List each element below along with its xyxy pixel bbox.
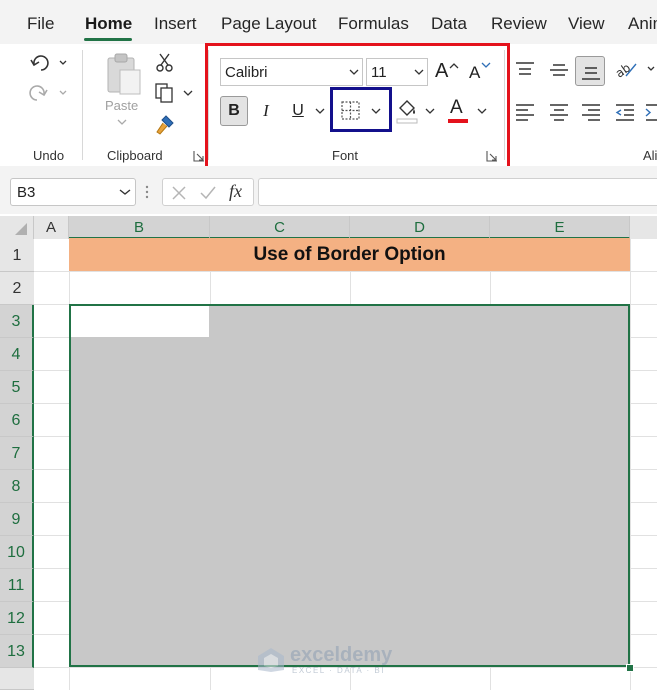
row-header-5[interactable]: 5 bbox=[0, 371, 34, 404]
row-header-11[interactable]: 11 bbox=[0, 569, 34, 602]
orientation-icon[interactable]: ab bbox=[614, 58, 657, 80]
gridline bbox=[34, 271, 657, 272]
row-header-12[interactable]: 12 bbox=[0, 602, 34, 635]
exceldemy-watermark: exceldemy EXCEL · DATA · BI bbox=[256, 642, 400, 678]
tab-review[interactable]: Review bbox=[491, 14, 547, 34]
insert-function-button[interactable]: fx bbox=[229, 181, 242, 202]
title-cell[interactable]: Use of Border Option bbox=[69, 238, 630, 271]
tab-view[interactable]: View bbox=[568, 14, 605, 34]
row-header-14[interactable] bbox=[0, 668, 34, 690]
name-box-value: B3 bbox=[17, 184, 36, 201]
row-header-4[interactable]: 4 bbox=[0, 338, 34, 371]
tab-data[interactable]: Data bbox=[431, 14, 467, 34]
formula-input[interactable] bbox=[258, 178, 657, 206]
clipboard-dialog-launcher-icon[interactable] bbox=[193, 150, 205, 162]
fill-handle[interactable] bbox=[626, 664, 634, 672]
paste-icon[interactable] bbox=[104, 52, 142, 96]
paste-label[interactable]: Paste bbox=[105, 98, 138, 113]
align-center-icon[interactable] bbox=[548, 102, 570, 122]
select-all-triangle-icon bbox=[15, 223, 27, 235]
align-right-icon[interactable] bbox=[580, 102, 602, 122]
gridline bbox=[630, 239, 631, 690]
column-header-e[interactable]: E bbox=[490, 216, 630, 239]
column-header-d[interactable]: D bbox=[350, 216, 490, 239]
group-separator bbox=[82, 50, 83, 160]
row-header-10[interactable]: 10 bbox=[0, 536, 34, 569]
row-header-1[interactable]: 1 bbox=[0, 239, 34, 272]
align-top-icon[interactable] bbox=[514, 60, 536, 80]
enter-check-icon[interactable] bbox=[199, 185, 217, 201]
select-all-corner[interactable] bbox=[0, 216, 34, 239]
column-header-a[interactable]: A bbox=[34, 216, 69, 239]
copy-icon[interactable] bbox=[154, 82, 198, 104]
active-cell[interactable] bbox=[71, 306, 209, 337]
undo-icon[interactable] bbox=[28, 52, 72, 74]
watermark-name: exceldemy bbox=[290, 644, 393, 666]
group-label-alignment: Ali bbox=[643, 148, 657, 163]
exceldemy-logo-icon bbox=[258, 648, 284, 672]
formula-bar: B3 fx bbox=[0, 166, 657, 214]
active-tab-indicator bbox=[84, 38, 132, 41]
selected-range[interactable] bbox=[69, 304, 630, 667]
column-header-f[interactable] bbox=[630, 216, 657, 239]
increase-indent-icon[interactable] bbox=[644, 102, 657, 122]
row-header-9[interactable]: 9 bbox=[0, 503, 34, 536]
align-bottom-button[interactable] bbox=[575, 56, 605, 86]
format-painter-icon[interactable] bbox=[154, 114, 176, 136]
watermark-tagline: EXCEL · DATA · BI bbox=[292, 666, 385, 675]
formula-buttons: fx bbox=[162, 178, 254, 206]
tab-formulas[interactable]: Formulas bbox=[338, 14, 409, 34]
tab-animations[interactable]: Anim bbox=[628, 14, 657, 34]
cancel-icon[interactable] bbox=[171, 185, 187, 201]
row-header-7[interactable]: 7 bbox=[0, 437, 34, 470]
tab-home[interactable]: Home bbox=[85, 14, 132, 34]
tab-page-layout[interactable]: Page Layout bbox=[221, 14, 316, 34]
chevron-down-icon[interactable] bbox=[119, 188, 131, 196]
group-label-undo: Undo bbox=[33, 148, 65, 163]
menu-bar: File Home Insert Page Layout Formulas Da… bbox=[0, 0, 657, 44]
worksheet-grid: A B C D E 1 2 3 4 5 6 7 8 9 10 11 12 13 … bbox=[0, 214, 657, 690]
borders-button-highlight bbox=[330, 87, 392, 132]
align-left-icon[interactable] bbox=[514, 102, 536, 122]
row-header-13[interactable]: 13 bbox=[0, 635, 34, 668]
tab-file[interactable]: File bbox=[27, 14, 54, 34]
drag-handle-icon[interactable] bbox=[144, 184, 150, 200]
row-header-2[interactable]: 2 bbox=[0, 272, 34, 305]
row-header-3[interactable]: 3 bbox=[0, 305, 34, 338]
cut-icon[interactable] bbox=[154, 52, 176, 74]
paste-dropdown-icon[interactable] bbox=[116, 118, 128, 126]
name-box[interactable]: B3 bbox=[10, 178, 136, 206]
row-header-6[interactable]: 6 bbox=[0, 404, 34, 437]
column-header-b[interactable]: B bbox=[69, 216, 210, 239]
align-bottom-icon bbox=[582, 67, 600, 80]
tab-insert[interactable]: Insert bbox=[154, 14, 197, 34]
group-label-clipboard: Clipboard bbox=[107, 148, 163, 163]
column-header-c[interactable]: C bbox=[210, 216, 350, 239]
decrease-indent-icon[interactable] bbox=[614, 102, 636, 122]
redo-icon[interactable] bbox=[28, 82, 72, 104]
row-header-8[interactable]: 8 bbox=[0, 470, 34, 503]
align-middle-icon[interactable] bbox=[548, 60, 570, 80]
